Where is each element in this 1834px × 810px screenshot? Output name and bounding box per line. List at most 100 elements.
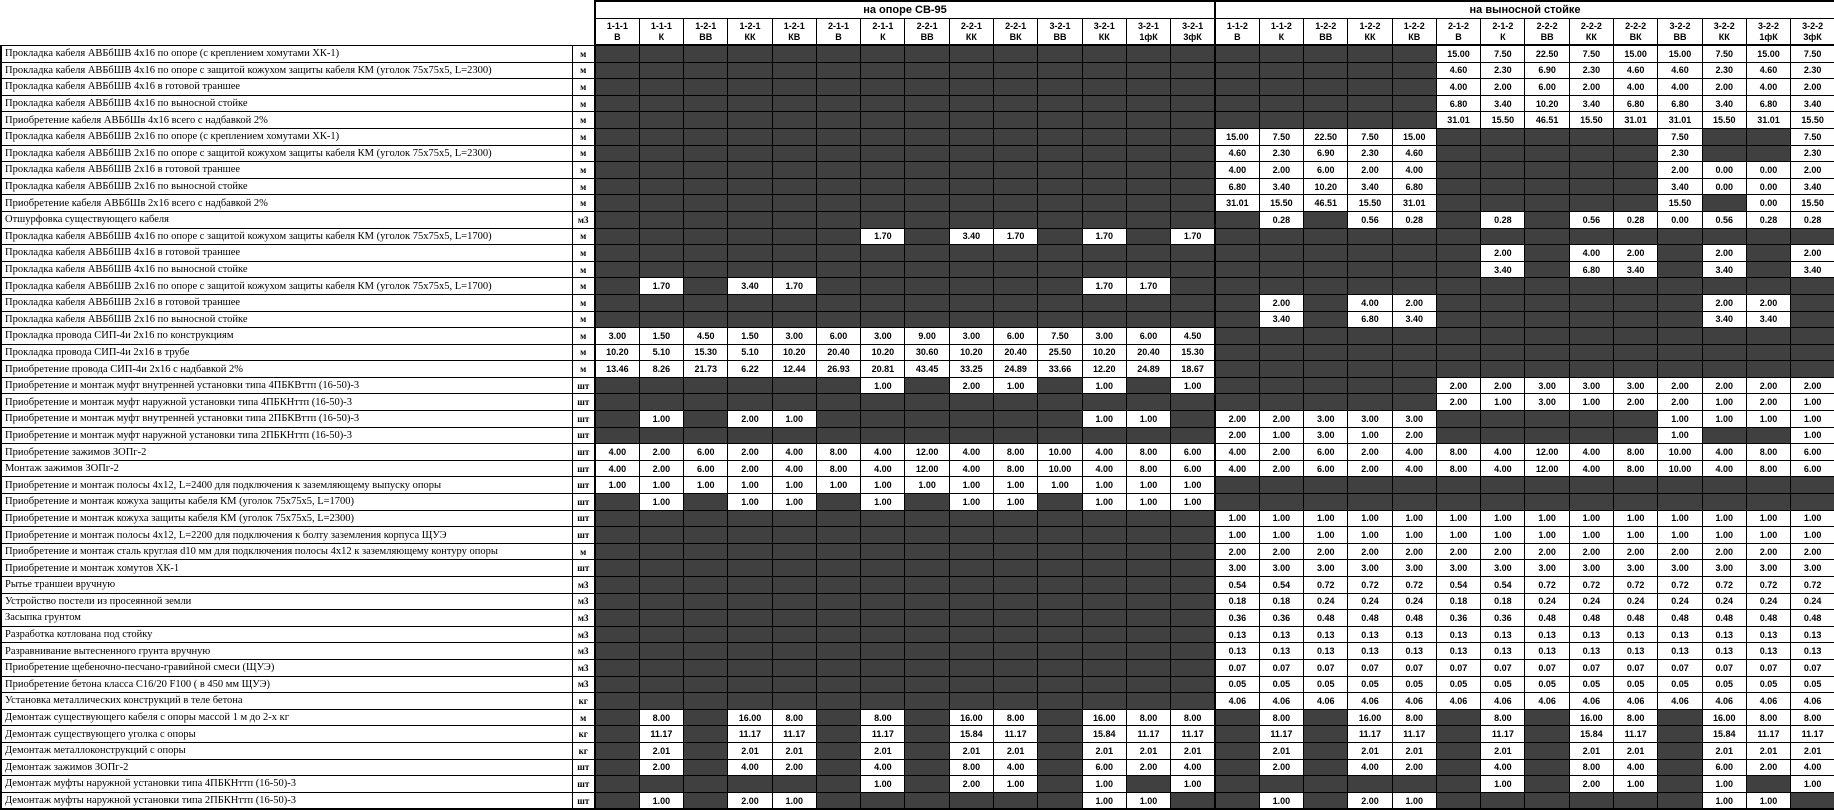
quantity-cell: 11.17 [1125,725,1172,743]
empty-cell [993,111,1039,129]
quantity-cell: 2.00 [948,775,995,793]
empty-cell [1524,758,1570,777]
quantity-cell: 2.00 [1701,376,1747,395]
unit-cell: м3 [571,592,596,611]
table-row: Приобретение и монтаж муфт внутренней ус… [0,410,1834,428]
quantity-cell: 6.80 [1391,177,1437,196]
empty-cell [860,210,906,229]
column-code: 1-2-1 [783,20,805,31]
column-code: 3-2-1 [1049,20,1071,31]
empty-cell [904,244,950,262]
empty-cell [727,293,773,312]
empty-cell [1701,144,1747,163]
table-row: Прокладка кабеля АВБбШВ 4х16 по опоре с … [0,61,1834,80]
empty-cell [593,741,640,760]
column-type: К [1278,31,1285,42]
unit-cell: м3 [571,576,596,594]
quantity-cell: 1.00 [1170,376,1216,395]
quantity-cell: 0.13 [1258,642,1305,660]
empty-cell [1568,360,1615,378]
quantity-cell: 0.48 [1303,609,1349,627]
quantity-cell: 3.00 [948,327,995,345]
quantity-cell: 3.00 [771,327,817,345]
empty-cell [1391,244,1437,262]
work-item-label: Демонтаж существующего кабеля с опоры ма… [0,708,573,727]
quantity-cell: 10.20 [860,343,906,362]
empty-cell [683,625,729,644]
empty-cell [1480,293,1526,312]
quantity-cell: 0.18 [1435,592,1482,611]
quantity-cell: 4.06 [1480,692,1526,710]
empty-cell [683,293,729,312]
empty-cell [1524,775,1570,793]
empty-cell [593,44,640,63]
empty-cell [993,94,1039,113]
empty-cell [904,210,950,229]
empty-cell [1037,111,1083,129]
quantity-cell: 1.00 [948,476,995,495]
quantity-cell: 2.01 [1125,741,1172,760]
quantity-cell: 1.00 [1037,476,1083,495]
empty-cell [771,559,817,577]
empty-cell [1347,343,1393,362]
quantity-cell: 0.05 [1613,675,1659,694]
column-code: 1-2-2 [1359,20,1381,31]
empty-cell [727,592,773,611]
empty-cell [683,277,729,295]
empty-cell [860,293,906,312]
empty-cell [1258,78,1305,96]
quantity-cell: 4.06 [1790,692,1834,710]
quantity-cell: 1.00 [1258,526,1305,544]
quantity-cell: 2.00 [727,443,773,461]
empty-cell [1213,343,1260,362]
quantity-cell: 0.54 [1213,576,1260,594]
quantity-cell: 8.00 [993,459,1039,478]
unit-cell: м [571,94,596,113]
quantity-cell: 1.00 [1435,509,1482,528]
empty-cell [948,692,995,710]
quantity-cell: 3.00 [1745,559,1792,577]
column-header: 3-2-1 КК [1081,18,1127,46]
empty-cell [993,426,1039,445]
quantity-cell: 15.84 [1568,725,1615,743]
empty-cell [727,177,773,196]
empty-cell [771,775,817,793]
quantity-cell: 3.40 [948,227,995,246]
quantity-cell: 0.13 [1745,625,1792,644]
empty-cell [1480,227,1526,246]
quantity-cell: 2.00 [1745,293,1792,312]
quantity-cell: 1.00 [638,476,685,495]
empty-cell [1170,675,1216,694]
empty-cell [1568,310,1615,329]
unit-cell: м [571,360,596,378]
empty-cell [1037,293,1083,312]
column-code: 3-2-2 [1758,20,1780,31]
quantity-cell: 1.50 [727,327,773,345]
empty-cell [1524,227,1570,246]
quantity-cell: 1.00 [1081,410,1127,428]
empty-cell [1391,775,1437,793]
quantity-cell: 4.60 [1613,61,1659,80]
quantity-cell: 1.00 [860,493,906,511]
quantity-cell: 3.40 [1790,177,1834,196]
quantity-cell: 0.13 [1391,642,1437,660]
empty-cell [1170,576,1216,594]
empty-cell [771,127,817,146]
empty-cell [1524,244,1570,262]
empty-cell [1125,692,1172,710]
empty-cell [1657,277,1703,295]
quantity-cell: 4.00 [1213,161,1260,179]
quantity-cell: 0.36 [1258,609,1305,627]
empty-cell [1081,293,1127,312]
empty-cell [860,692,906,710]
unit-cell: шт [571,426,596,445]
empty-cell [993,78,1039,96]
quantity-cell: 0.72 [1657,576,1703,594]
quantity-cell: 10.20 [1303,177,1349,196]
empty-cell [593,775,640,793]
quantity-cell: 7.50 [1790,127,1834,146]
empty-cell [993,625,1039,644]
quantity-cell: 0.05 [1435,675,1482,694]
quantity-cell: 2.00 [1790,376,1834,395]
empty-cell [1657,343,1703,362]
